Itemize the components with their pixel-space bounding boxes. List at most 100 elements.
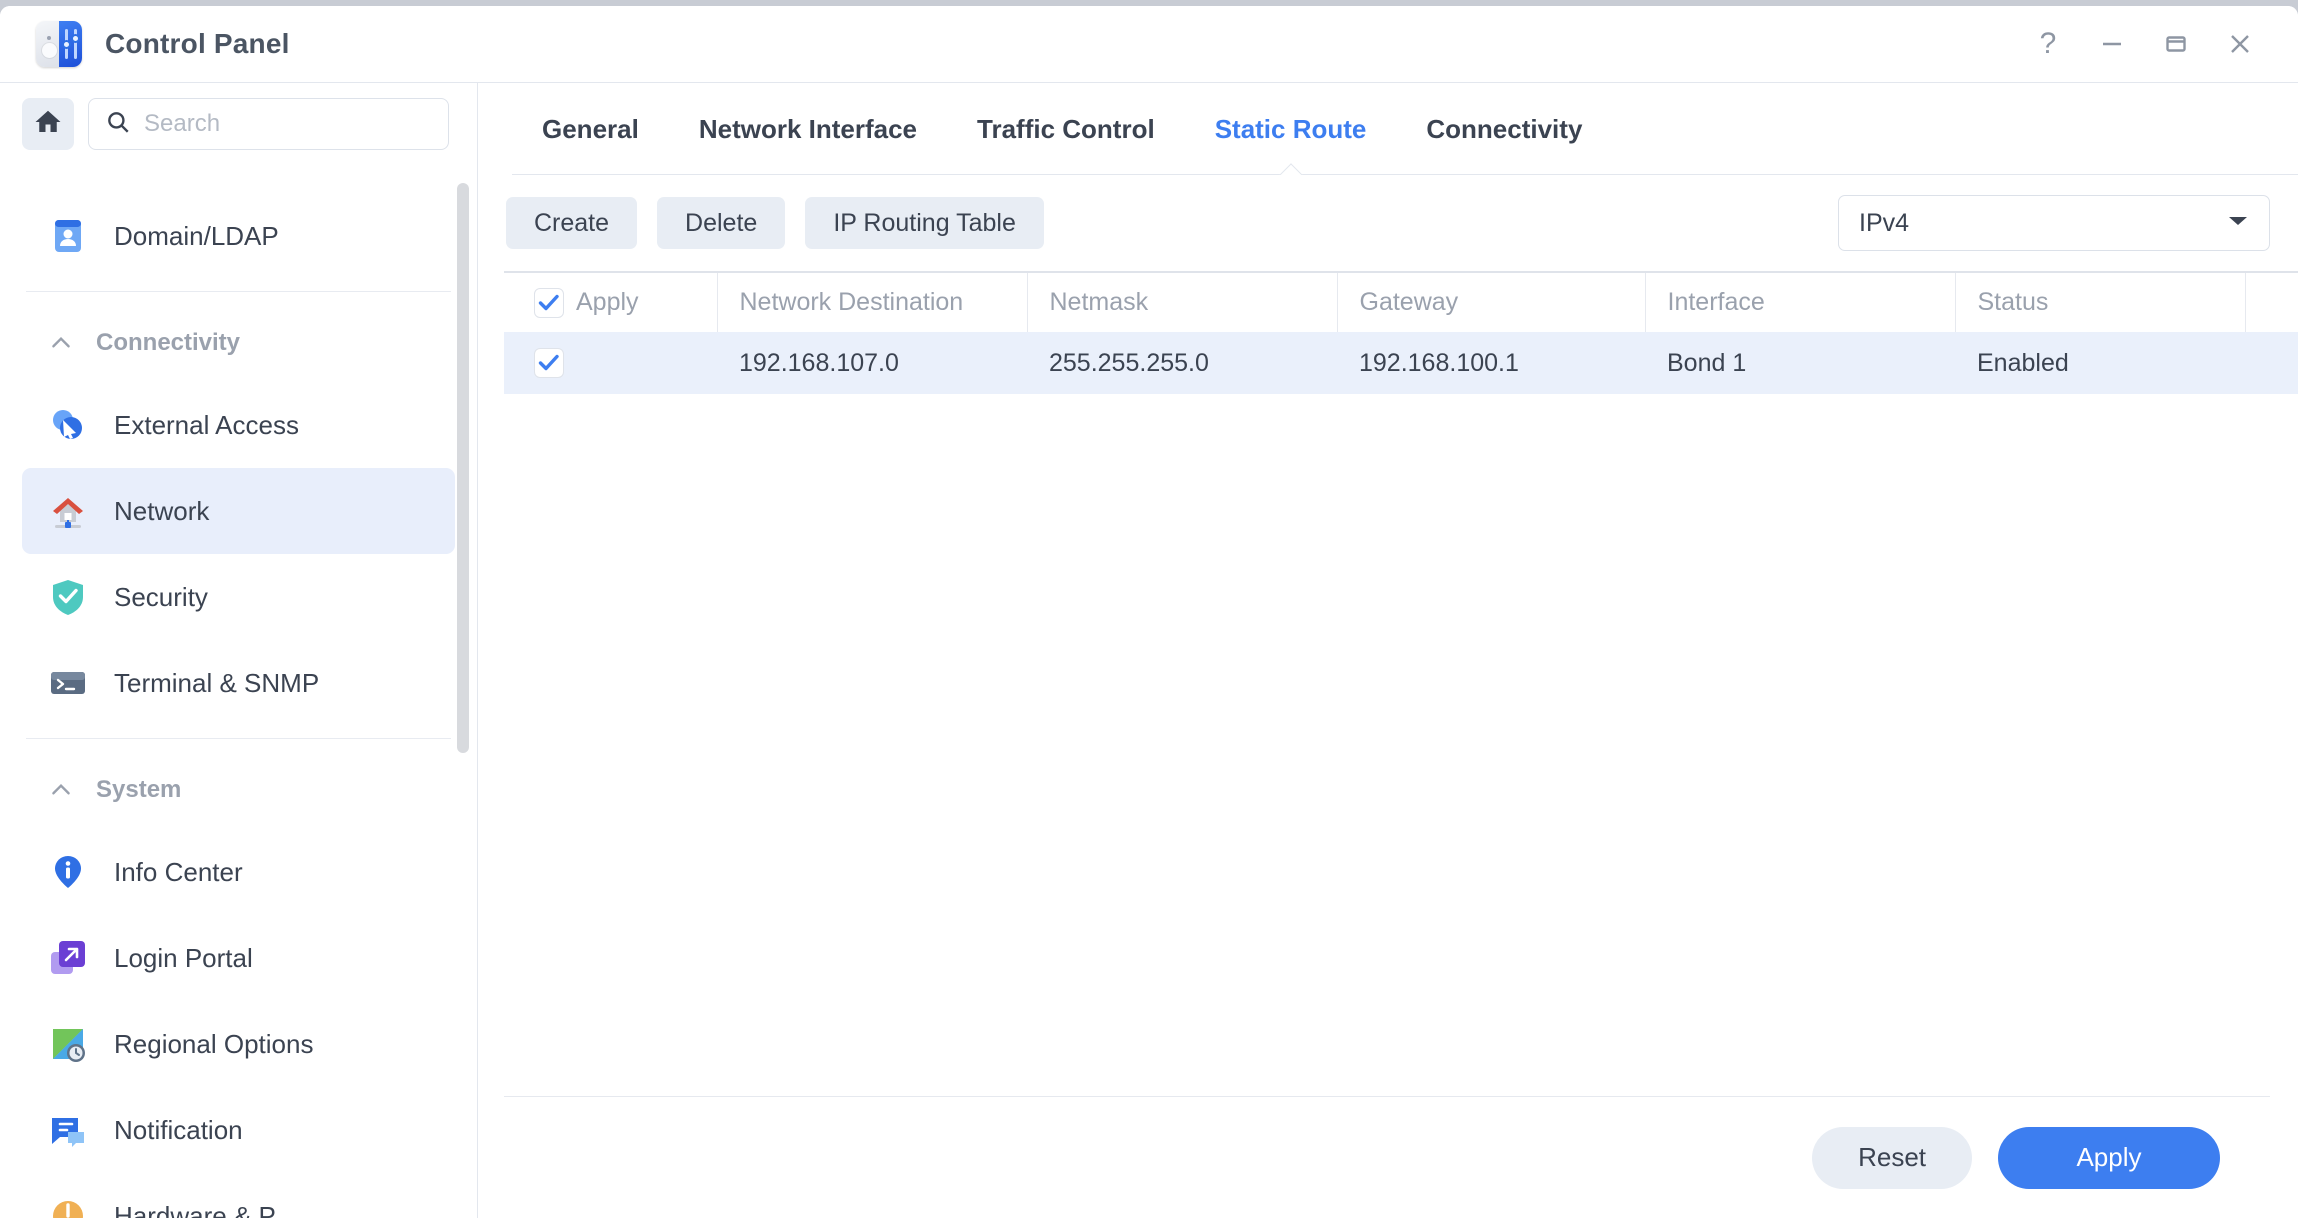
tab-static-route[interactable]: Static Route <box>1185 114 1397 145</box>
protocol-select[interactable]: IPv4 <box>1838 195 2270 251</box>
sidebar-search-bar <box>0 83 477 165</box>
sidebar-item-label: Login Portal <box>114 942 253 973</box>
external-link-icon <box>46 936 90 980</box>
sidebar-item-label: Info Center <box>114 856 243 887</box>
control-panel-window: Control Panel ? Search Domain/LDAP Conne… <box>0 6 2298 1218</box>
active-tab-pointer <box>1278 162 1304 175</box>
id-card-icon <box>46 214 90 258</box>
protocol-select-value: IPv4 <box>1859 208 1910 237</box>
column-header-interface: Interface <box>1645 271 1956 332</box>
sidebar-group-system[interactable]: System <box>22 751 455 829</box>
static-route-table-wrap: Apply Network Destination Netmask Gatewa… <box>500 271 2298 1096</box>
home-button[interactable] <box>22 98 74 150</box>
apply-button[interactable]: Apply <box>1998 1126 2220 1189</box>
sidebar-item-info-center[interactable]: Info Center <box>22 829 455 915</box>
tab-content-static-route: Create Delete IP Routing Table IPv4 Appl… <box>478 175 2298 1096</box>
home-icon <box>33 107 63 142</box>
sidebar: User & Group Domain/LDAP <box>0 82 478 1218</box>
search-input[interactable] <box>144 110 432 138</box>
search-icon <box>105 109 131 140</box>
column-header-extra <box>2245 271 2298 332</box>
column-header-netmask: Netmask <box>1027 271 1338 332</box>
row-apply-cell <box>504 332 717 394</box>
sidebar-item-label: Regional Options <box>114 1028 314 1059</box>
sidebar-item-user-group[interactable]: User & Group <box>22 165 455 193</box>
cell-netmask: 255.255.255.0 <box>1049 348 1209 377</box>
row-apply-checkbox[interactable] <box>534 347 564 378</box>
column-header-network-destination: Network Destination <box>717 271 1028 332</box>
tab-network-interface[interactable]: Network Interface <box>669 114 947 145</box>
column-header-apply: Apply <box>504 271 718 332</box>
table-toolbar: Create Delete IP Routing Table IPv4 <box>500 175 2270 271</box>
cell-extra <box>2245 332 2298 394</box>
main-panel: General Network Interface Traffic Contro… <box>478 82 2298 1218</box>
power-icon <box>46 1194 90 1218</box>
sidebar-item-label: External Access <box>114 409 299 440</box>
chevron-down-icon <box>2227 214 2249 233</box>
control-panel-icon <box>36 21 82 67</box>
sidebar-scrollbar[interactable] <box>457 183 469 753</box>
sidebar-group-title: Connectivity <box>96 329 241 356</box>
sidebar-item-label: User & Group <box>114 165 273 166</box>
chevron-up-icon <box>48 330 74 356</box>
cell-interface: Bond 1 <box>1667 348 1747 377</box>
static-route-table: Apply Network Destination Netmask Gatewa… <box>504 271 2298 394</box>
column-header-gateway: Gateway <box>1337 271 1646 332</box>
sidebar-item-label: Terminal & SNMP <box>114 667 320 698</box>
terminal-icon <box>46 661 90 705</box>
house-network-icon <box>46 489 90 533</box>
info-pin-icon <box>46 850 90 894</box>
reset-button[interactable]: Reset <box>1812 1126 1972 1189</box>
ip-routing-table-button[interactable]: IP Routing Table <box>805 197 1044 249</box>
table-row[interactable]: 192.168.107.0 255.255.255.0 192.168.100.… <box>504 332 2298 394</box>
tab-traffic-control[interactable]: Traffic Control <box>947 114 1185 145</box>
sidebar-item-label: Domain/LDAP <box>114 220 279 251</box>
table-body: 192.168.107.0 255.255.255.0 192.168.100.… <box>504 332 2298 394</box>
window-controls: ? <box>2016 6 2272 82</box>
create-button[interactable]: Create <box>506 197 638 249</box>
sidebar-divider <box>26 291 451 292</box>
sidebar-item-terminal-snmp[interactable]: Terminal & SNMP <box>22 640 455 726</box>
chevron-up-icon <box>48 777 74 803</box>
sidebar-item-security[interactable]: Security <box>22 554 455 640</box>
tab-underline <box>512 174 2298 175</box>
table-header-row: Apply Network Destination Netmask Gatewa… <box>504 271 2298 332</box>
cell-network-destination: 192.168.107.0 <box>739 348 899 377</box>
shield-check-icon <box>46 575 90 619</box>
sidebar-item-login-portal[interactable]: Login Portal <box>22 915 455 1001</box>
search-input-wrap[interactable] <box>88 98 449 150</box>
sidebar-item-label: Notification <box>114 1114 243 1145</box>
users-icon <box>46 165 90 172</box>
sidebar-group-title: System <box>96 776 182 803</box>
cell-gateway: 192.168.100.1 <box>1359 348 1519 377</box>
footer-actions: Reset Apply <box>504 1096 2270 1218</box>
cell-status: Enabled <box>1977 348 2069 377</box>
sidebar-item-hardware-power[interactable]: Hardware & P <box>22 1173 455 1218</box>
maximize-button[interactable] <box>2144 14 2208 74</box>
sidebar-item-regional-options[interactable]: Regional Options <box>22 1001 455 1087</box>
tab-general[interactable]: General <box>512 114 669 145</box>
sidebar-scroll-area: User & Group Domain/LDAP <box>0 165 477 1218</box>
sidebar-item-label: Hardware & P <box>114 1200 276 1218</box>
tab-connectivity[interactable]: Connectivity <box>1396 114 1612 145</box>
delete-button[interactable]: Delete <box>657 197 786 249</box>
chat-bubble-icon <box>46 1108 90 1152</box>
sidebar-item-notification[interactable]: Notification <box>22 1087 455 1173</box>
window-title: Control Panel <box>105 28 290 59</box>
sidebar-item-label: Network <box>114 495 210 526</box>
column-header-label: Apply <box>576 288 639 316</box>
sidebar-item-network[interactable]: Network <box>22 468 455 554</box>
select-all-checkbox[interactable] <box>534 287 564 318</box>
map-clock-icon <box>46 1022 90 1066</box>
table-header: Apply Network Destination Netmask Gatewa… <box>504 271 2298 332</box>
title-bar: Control Panel ? <box>0 6 2298 82</box>
minimize-button[interactable] <box>2080 14 2144 74</box>
help-button[interactable]: ? <box>2016 14 2080 74</box>
close-button[interactable] <box>2208 14 2272 74</box>
sidebar-item-domain-ldap[interactable]: Domain/LDAP <box>22 193 455 279</box>
column-header-status: Status <box>1955 271 2246 332</box>
sidebar-item-external-access[interactable]: External Access <box>22 382 455 468</box>
globe-cursor-icon <box>46 403 90 447</box>
sidebar-group-connectivity[interactable]: Connectivity <box>22 304 455 382</box>
tab-bar: General Network Interface Traffic Contro… <box>478 83 2298 175</box>
